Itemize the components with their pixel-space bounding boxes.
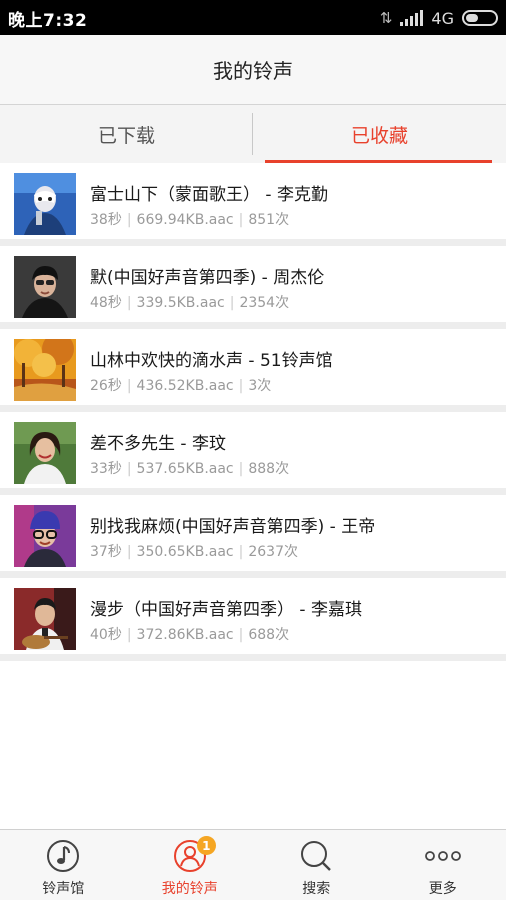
list-item[interactable]: 漫步（中国好声音第四季） - 李嘉琪 40秒 | 372.86KB.aac | 688次 [0, 578, 506, 661]
ringtone-duration: 38秒 [90, 212, 122, 228]
ringtone-title: 差不多先生 - 李玟 [90, 434, 226, 454]
tab-downloaded[interactable]: 已下载 [0, 105, 253, 163]
ringtone-count: 2354次 [239, 295, 290, 311]
ringtone-meta: 33秒 | 537.65KB.aac | 888次 [90, 461, 290, 477]
tab-bar: 已下载 已收藏 [0, 105, 506, 163]
ringtone-title: 默(中国好声音第四季) - 周杰伦 [90, 268, 325, 288]
ringtone-duration: 33秒 [90, 461, 122, 477]
ringtone-count: 888次 [248, 461, 290, 477]
user-icon: 1 [170, 836, 216, 874]
ringtone-count: 688次 [248, 627, 290, 643]
ringtone-size: 339.5KB.aac [136, 295, 225, 311]
nav-more[interactable]: 更多 [380, 830, 506, 900]
list-item[interactable]: 差不多先生 - 李玟 33秒 | 537.65KB.aac | 888次 [0, 412, 506, 495]
nav-label: 铃声馆 [42, 881, 85, 897]
network-type: 4G [431, 8, 454, 28]
ringtone-size: 436.52KB.aac [136, 378, 234, 394]
battery-icon [462, 10, 498, 26]
ringtone-meta: 26秒 | 436.52KB.aac | 3次 [90, 378, 272, 394]
nav-search[interactable]: 搜索 [253, 830, 380, 900]
notification-badge: 1 [196, 836, 216, 855]
ringtone-count: 2637次 [248, 544, 298, 560]
music-note-icon [43, 838, 83, 874]
album-thumbnail [14, 505, 76, 567]
ringtone-duration: 40秒 [90, 627, 122, 643]
ringtone-duration: 48秒 [90, 295, 122, 311]
ringtone-size: 350.65KB.aac [136, 544, 234, 560]
search-icon [296, 838, 336, 874]
status-icons: ⇅ 4G [380, 7, 498, 29]
ringtone-meta: 48秒 | 339.5KB.aac | 2354次 [90, 295, 290, 311]
ringtone-list: 富士山下（蒙面歌王） - 李克勤 38秒 | 669.94KB.aac | 851次 默… [0, 163, 506, 661]
nav-ringtone-hall[interactable]: 铃声馆 [0, 830, 127, 900]
ringtone-size: 669.94KB.aac [136, 212, 234, 228]
ringtone-meta: 37秒 | 350.65KB.aac | 2637次 [90, 544, 298, 560]
ringtone-size: 537.65KB.aac [136, 461, 234, 477]
ringtone-count: 851次 [248, 212, 290, 228]
title-bar: 我的铃声 [0, 35, 506, 105]
nav-label: 更多 [428, 881, 457, 897]
album-thumbnail [14, 339, 76, 401]
ringtone-title: 漫步（中国好声音第四季） - 李嘉琪 [90, 600, 362, 620]
bottom-nav: 铃声馆 1 我的铃声 搜索 更多 [0, 829, 506, 900]
list-item[interactable]: 富士山下（蒙面歌王） - 李克勤 38秒 | 669.94KB.aac | 851次 [0, 163, 506, 246]
more-dots-icon [423, 838, 463, 874]
nav-label: 搜索 [302, 881, 331, 897]
ringtone-meta: 40秒 | 372.86KB.aac | 688次 [90, 627, 290, 643]
list-item[interactable]: 默(中国好声音第四季) - 周杰伦 48秒 | 339.5KB.aac | 2354次 [0, 246, 506, 329]
page-title: 我的铃声 [213, 59, 293, 83]
album-thumbnail [14, 422, 76, 484]
list-item[interactable]: 山林中欢快的滴水声 - 51铃声馆 26秒 | 436.52KB.aac | 3次 [0, 329, 506, 412]
ringtone-title: 山林中欢快的滴水声 - 51铃声馆 [90, 351, 333, 371]
signal-icon [400, 10, 424, 26]
album-thumbnail [14, 256, 76, 318]
ringtone-count: 3次 [248, 378, 272, 394]
ringtone-title: 富士山下（蒙面歌王） - 李克勤 [90, 185, 328, 205]
list-item[interactable]: 别找我麻烦(中国好声音第四季) - 王帝 37秒 | 350.65KB.aac | 26… [0, 495, 506, 578]
album-thumbnail [14, 588, 76, 650]
tab-favorited[interactable]: 已收藏 [253, 105, 506, 163]
nav-label: 我的铃声 [161, 881, 218, 897]
ringtone-duration: 37秒 [90, 544, 122, 560]
nav-my-ringtones[interactable]: 1 我的铃声 [127, 830, 254, 900]
ringtone-meta: 38秒 | 669.94KB.aac | 851次 [90, 212, 290, 228]
tab-divider [252, 113, 253, 155]
ringtone-size: 372.86KB.aac [136, 627, 234, 643]
status-bar: 晚上7:32 ⇅ 4G [0, 0, 506, 35]
status-time: 晚上7:32 [8, 11, 88, 31]
ringtone-duration: 26秒 [90, 378, 122, 394]
data-transfer-icon: ⇅ [379, 9, 393, 27]
album-thumbnail [14, 173, 76, 235]
ringtone-title: 别找我麻烦(中国好声音第四季) - 王帝 [90, 517, 376, 537]
